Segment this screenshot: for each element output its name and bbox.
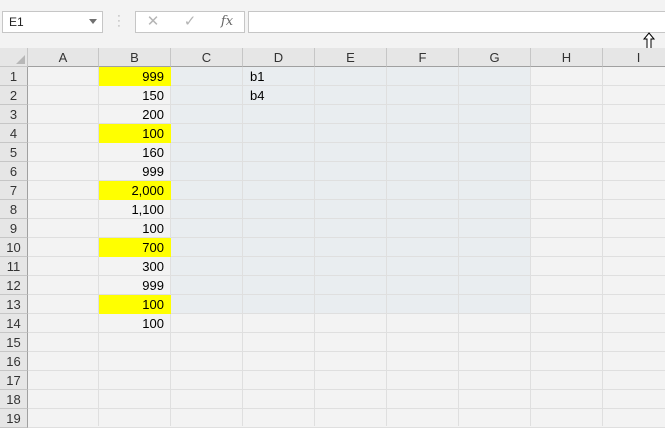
cell-b3[interactable]: 200 <box>99 105 171 124</box>
column-header-g[interactable]: G <box>459 48 531 67</box>
row-header-15[interactable]: 15 <box>0 333 28 352</box>
formula-input[interactable] <box>248 11 665 33</box>
cell-b7[interactable]: 2,000 <box>99 181 171 200</box>
more-options-icon[interactable]: · · · <box>117 11 121 32</box>
row-header-2[interactable]: 2 <box>0 86 28 105</box>
row-header-1[interactable]: 1 <box>0 67 28 86</box>
column-header-a[interactable]: A <box>28 48 99 67</box>
gridline-vertical <box>458 67 459 426</box>
select-all-button[interactable] <box>0 48 28 67</box>
cell-b11[interactable]: 300 <box>99 257 171 276</box>
row-header-16[interactable]: 16 <box>0 352 28 371</box>
cell-d1[interactable]: b1 <box>250 67 264 86</box>
cell-b8[interactable]: 1,100 <box>99 200 171 219</box>
row-header-3[interactable]: 3 <box>0 105 28 124</box>
cell-b1[interactable]: 999 <box>99 67 171 86</box>
cell-b12[interactable]: 999 <box>99 276 171 295</box>
formula-bar: E1 · · · ✕ ✓ fx <box>0 0 665 48</box>
formula-buttons: ✕ ✓ fx <box>135 11 245 33</box>
name-box-value: E1 <box>9 15 24 29</box>
cell-b4[interactable]: 100 <box>99 124 171 143</box>
chevron-down-icon[interactable] <box>89 19 97 24</box>
row-header-9[interactable]: 9 <box>0 219 28 238</box>
cell-b2[interactable]: 150 <box>99 86 171 105</box>
row-header-13[interactable]: 13 <box>0 295 28 314</box>
enter-icon[interactable]: ✓ <box>179 13 201 31</box>
cell-b13[interactable]: 100 <box>99 295 171 314</box>
column-header-c[interactable]: C <box>171 48 243 67</box>
row-header-17[interactable]: 17 <box>0 371 28 390</box>
row-header-10[interactable]: 10 <box>0 238 28 257</box>
column-header-e[interactable]: E <box>315 48 387 67</box>
name-box[interactable]: E1 <box>2 11 103 33</box>
column-header-f[interactable]: F <box>387 48 459 67</box>
gridline-horizontal <box>28 389 665 390</box>
gridline-horizontal <box>28 351 665 352</box>
gridline-vertical <box>386 67 387 426</box>
cell-b6[interactable]: 999 <box>99 162 171 181</box>
gridline-horizontal <box>28 370 665 371</box>
column-header-d[interactable]: D <box>243 48 315 67</box>
cell-b9[interactable]: 100 <box>99 219 171 238</box>
row-header-6[interactable]: 6 <box>0 162 28 181</box>
cell-b5[interactable]: 160 <box>99 143 171 162</box>
row-header-14[interactable]: 14 <box>0 314 28 333</box>
cell-d2[interactable]: b4 <box>250 86 264 105</box>
gridline-vertical <box>242 67 243 426</box>
row-header-4[interactable]: 4 <box>0 124 28 143</box>
insert-function-icon[interactable]: fx <box>216 13 238 31</box>
column-header-h[interactable]: H <box>531 48 603 67</box>
row-header-11[interactable]: 11 <box>0 257 28 276</box>
row-header-8[interactable]: 8 <box>0 200 28 219</box>
row-header-12[interactable]: 12 <box>0 276 28 295</box>
row-header-19[interactable]: 19 <box>0 409 28 428</box>
row-header-7[interactable]: 7 <box>0 181 28 200</box>
cell-b10[interactable]: 700 <box>99 238 171 257</box>
row-header-5[interactable]: 5 <box>0 143 28 162</box>
cell-b14[interactable]: 100 <box>99 314 171 333</box>
cancel-icon[interactable]: ✕ <box>142 13 164 31</box>
column-header-b[interactable]: B <box>99 48 171 67</box>
gridline-vertical <box>530 67 531 426</box>
column-header-i[interactable]: I <box>603 48 665 67</box>
gridline-vertical <box>602 67 603 426</box>
gridline-horizontal <box>28 408 665 409</box>
row-header-18[interactable]: 18 <box>0 390 28 409</box>
gridline-vertical <box>314 67 315 426</box>
